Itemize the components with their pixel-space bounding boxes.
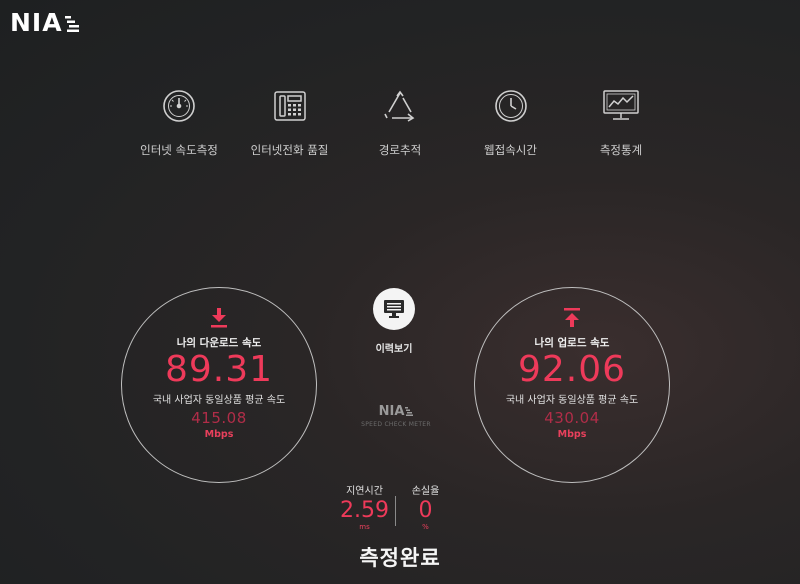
loss-stat: 손실율 0 % <box>396 482 456 531</box>
upload-value: 92.06 <box>517 349 627 390</box>
download-unit: Mbps <box>204 429 234 440</box>
brand-subtitle: SPEED CHECK METER <box>361 421 431 428</box>
main-menu: 인터넷 속도측정 인터넷전화 품질 경로추적 웹접속시간 측정통계 <box>130 86 670 160</box>
download-speed-panel: 나의 다운로드 속도 89.31 국내 사업자 동일상품 평균 속도 415.0… <box>121 287 317 483</box>
latency-value: 2.59 <box>340 498 389 523</box>
menu-item-statistics[interactable]: 측정통계 <box>572 86 670 160</box>
menu-label-traceroute: 경로추적 <box>378 143 422 157</box>
latency-unit: ms <box>359 523 370 531</box>
brand-lines-icon <box>405 407 414 416</box>
download-avg-label: 국내 사업자 동일상품 평균 속도 <box>152 395 286 406</box>
latency-label: 지연시간 <box>346 486 383 497</box>
download-avg-value: 415.08 <box>191 409 247 427</box>
history-button[interactable]: 이력보기 <box>366 288 422 355</box>
logo-lines-icon <box>64 15 79 32</box>
download-arrow-icon <box>211 308 227 328</box>
upload-unit: Mbps <box>557 429 587 440</box>
download-title: 나의 다운로드 속도 <box>176 337 262 349</box>
latency-stat: 지연시간 2.59 ms <box>335 482 395 531</box>
menu-label-web-access-time: 웹접속시간 <box>484 143 537 157</box>
upload-title: 나의 업로드 속도 <box>534 337 610 349</box>
upload-avg-label: 국내 사업자 동일상품 평균 속도 <box>505 395 639 406</box>
upload-avg-value: 430.04 <box>544 409 600 427</box>
nia-logo[interactable]: NIA <box>10 8 79 37</box>
loss-value: 0 <box>418 498 433 523</box>
menu-item-speed-test[interactable]: 인터넷 속도측정 <box>130 86 228 160</box>
latency-loss-stats: 지연시간 2.59 ms 손실율 0 % <box>330 482 460 531</box>
loss-label: 손실율 <box>411 486 440 497</box>
recycle-route-icon <box>380 86 420 126</box>
speedometer-icon <box>159 86 199 126</box>
brand-mid-logo: NIA <box>379 404 414 419</box>
monitor-chart-icon <box>601 86 641 126</box>
menu-label-voip-quality: 인터넷전화 품질 <box>250 143 329 157</box>
measurement-status: 측정완료 <box>359 546 441 570</box>
loss-unit: % <box>422 523 429 531</box>
upload-speed-panel: 나의 업로드 속도 92.06 국내 사업자 동일상품 평균 속도 430.04… <box>474 287 670 483</box>
history-circle[interactable] <box>373 288 415 330</box>
logo-text: NIA <box>10 8 63 37</box>
menu-label-speed-test: 인터넷 속도측정 <box>140 143 218 157</box>
download-value: 89.31 <box>164 349 274 390</box>
monitor-list-icon <box>384 300 404 318</box>
menu-item-web-access-time[interactable]: 웹접속시간 <box>462 86 560 160</box>
menu-label-statistics: 측정통계 <box>599 143 643 157</box>
speed-check-brand: NIA SPEED CHECK METER <box>356 404 436 428</box>
telephone-icon <box>270 86 310 126</box>
history-label: 이력보기 <box>375 344 413 355</box>
brand-mid-logo-text: NIA <box>378 404 405 419</box>
menu-item-voip-quality[interactable]: 인터넷전화 품질 <box>241 86 339 160</box>
upload-arrow-icon <box>564 308 580 327</box>
clock-icon <box>491 86 531 126</box>
menu-item-traceroute[interactable]: 경로추적 <box>351 86 449 160</box>
